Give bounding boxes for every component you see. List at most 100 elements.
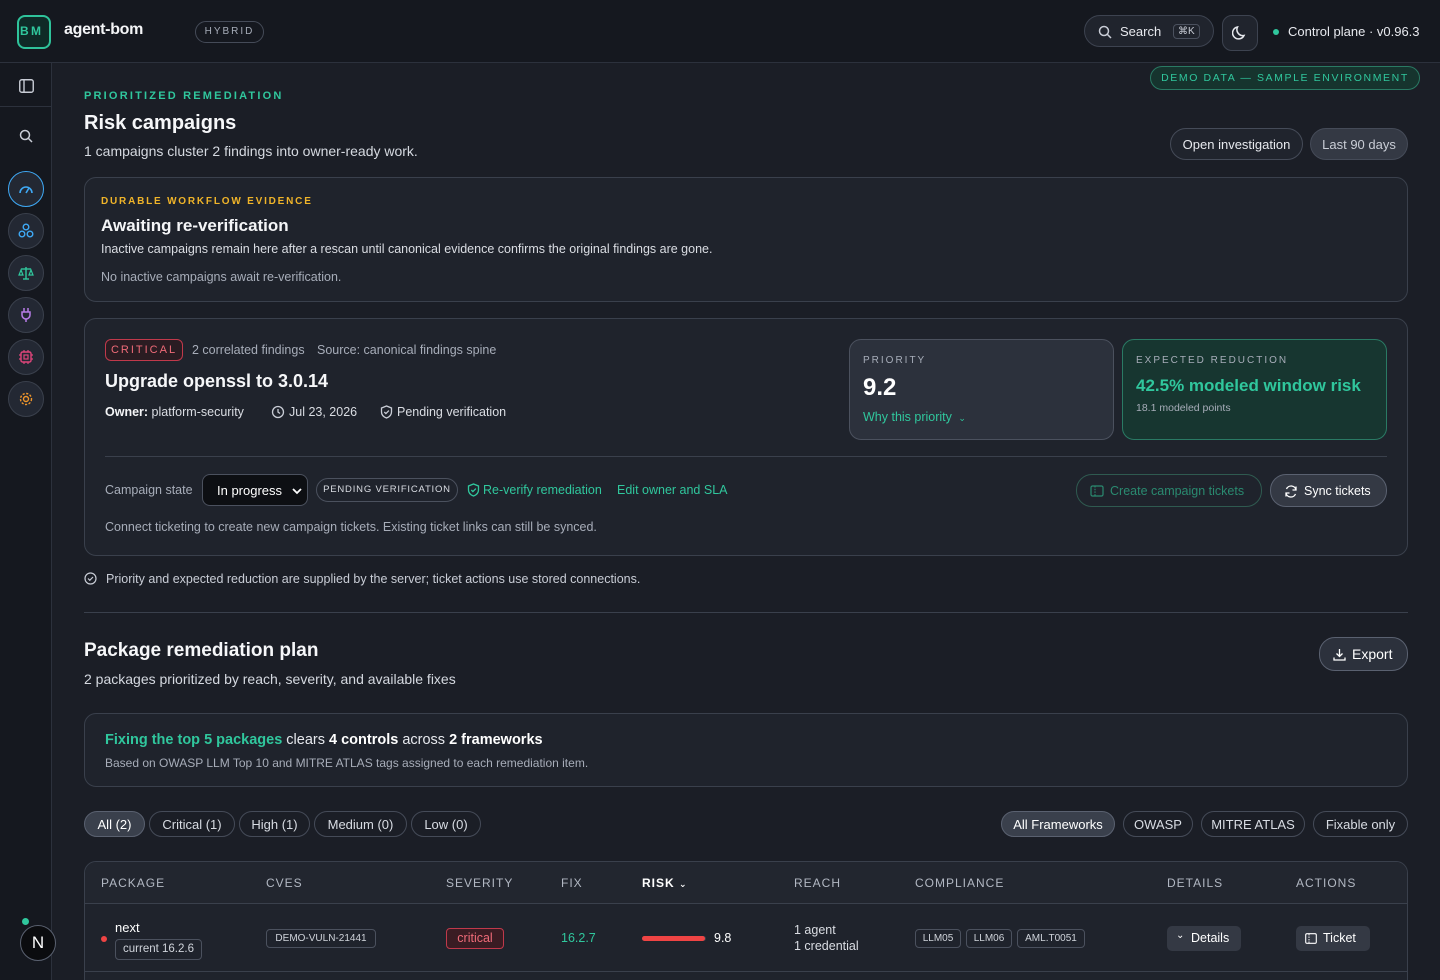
sync-tickets-button[interactable]: Sync tickets [1270, 474, 1387, 507]
cluster-icon [18, 223, 34, 238]
reduction-label: EXPECTED REDUCTION [1136, 355, 1289, 366]
reverify-remediation-link[interactable]: Re-verify remediation [483, 483, 602, 497]
col-severity: SEVERITY [446, 876, 514, 890]
avatar-initial: N [31, 933, 45, 952]
compliance-tag: AML.T0051 [1017, 929, 1085, 948]
sidebar-item-compliance[interactable] [8, 255, 44, 291]
plan-summary-card: Fixing the top 5 packages clears 4 contr… [84, 713, 1408, 787]
sidebar-item-dashboard[interactable] [8, 171, 44, 207]
chevron-down-icon: ⌄ [1176, 930, 1185, 941]
filter-all[interactable]: All (2) [84, 811, 145, 837]
plan-summary-headline: Fixing the top 5 packages clears 4 contr… [105, 732, 543, 748]
sync-tickets-label: Sync tickets [1304, 484, 1371, 498]
refresh-icon [1285, 485, 1297, 498]
filter-medium[interactable]: Medium (0) [314, 811, 407, 837]
priority-value: 9.2 [863, 374, 897, 401]
theme-toggle-button[interactable] [1222, 15, 1258, 51]
gauge-icon [19, 186, 33, 194]
search-button[interactable]: Search ⌘K [1084, 15, 1214, 47]
evidence-description: Inactive campaigns remain here after a r… [101, 242, 713, 256]
cve-tag[interactable]: DEMO-VULN-21441 [266, 929, 376, 948]
section-eyebrow: PRIORITIZED REMEDIATION [84, 90, 284, 102]
app-name[interactable]: agent-bom [64, 21, 143, 39]
ticket-button[interactable]: Ticket [1296, 926, 1370, 951]
col-risk-sort[interactable]: RISK ⌄ [642, 876, 688, 890]
app-logo[interactable]: B M [17, 15, 51, 49]
sidebar-item-graph[interactable] [8, 213, 44, 249]
chevron-down-icon: ⌄ [679, 879, 688, 889]
gear-icon [19, 392, 33, 406]
campaign-card: CRITICAL 2 correlated findings Source: c… [84, 318, 1408, 556]
campaign-state-value: In progress [217, 483, 283, 498]
summary-mid-1: clears [282, 732, 330, 748]
sidebar: N [0, 63, 56, 980]
export-button[interactable]: Export [1319, 637, 1408, 671]
owner-field: Owner: platform-security [105, 405, 244, 419]
open-investigation-button[interactable]: Open investigation [1170, 128, 1303, 160]
owner-value: platform-security [151, 405, 244, 419]
filter-all-frameworks[interactable]: All Frameworks [1001, 811, 1115, 837]
create-campaign-tickets-button[interactable]: Create campaign tickets [1076, 474, 1262, 507]
severity-dot [101, 936, 107, 942]
filter-fixable-only[interactable]: Fixable only [1313, 811, 1408, 837]
top-bar: B M agent-bom HYBRID Search ⌘K Control p… [0, 0, 1440, 63]
check-circle-icon [84, 572, 97, 585]
status-dot [1273, 29, 1279, 35]
search-icon [1098, 25, 1112, 39]
reach-agents: 1 agent [794, 923, 836, 937]
why-priority-link[interactable]: Why this priority ⌄ [863, 410, 966, 424]
workflow-evidence-card: DURABLE WORKFLOW EVIDENCE Awaiting re-ve… [84, 177, 1408, 302]
due-date: Jul 23, 2026 [289, 405, 358, 419]
reduction-points: 18.1 modeled points [1136, 402, 1231, 414]
reach-credentials: 1 credential [794, 939, 859, 953]
risk-bar-track [642, 936, 706, 941]
date-range-button[interactable]: Last 90 days [1310, 128, 1408, 160]
sidebar-item-integrations[interactable] [8, 297, 44, 333]
remediation-table: PACKAGE CVES SEVERITY FIX RISK ⌄ REACH C… [84, 861, 1408, 980]
control-plane-status: Control plane · v0.96.3 [1288, 24, 1420, 39]
sidebar-item-settings[interactable] [8, 381, 44, 417]
filter-critical[interactable]: Critical (1) [149, 811, 235, 837]
export-label: Export [1352, 646, 1393, 662]
filter-low[interactable]: Low (0) [411, 811, 481, 837]
edit-owner-sla-link[interactable]: Edit owner and SLA [617, 483, 728, 497]
chevron-down-icon: ⌄ [958, 413, 966, 423]
scale-icon [18, 267, 34, 280]
evidence-title: Awaiting re-verification [101, 216, 289, 235]
sidebar-toggle-icon[interactable] [19, 79, 34, 93]
search-icon[interactable] [19, 129, 33, 143]
plug-icon [21, 308, 31, 322]
severity-badge: CRITICAL [105, 339, 183, 361]
col-risk: RISK [642, 876, 675, 890]
search-label: Search [1120, 24, 1162, 39]
pending-verification-badge: PENDING VERIFICATION [316, 478, 458, 502]
col-actions: ACTIONS [1296, 876, 1357, 890]
filter-mitre-atlas[interactable]: MITRE ATLAS [1201, 811, 1305, 837]
reduction-value: 42.5% modeled window risk [1136, 376, 1361, 395]
chevron-down-icon [292, 488, 302, 495]
risk-score: 9.8 [714, 931, 732, 945]
moon-icon [1232, 25, 1246, 40]
filter-high[interactable]: High (1) [239, 811, 310, 837]
page-subtitle: 1 campaigns cluster 2 findings into owne… [84, 143, 418, 159]
findings-count: 2 correlated findings [192, 343, 305, 357]
divider [105, 456, 1387, 457]
filter-owasp[interactable]: OWASP [1123, 811, 1193, 837]
col-compliance: COMPLIANCE [915, 876, 1005, 890]
create-tickets-label: Create campaign tickets [1110, 484, 1245, 498]
summary-highlight: Fixing the top 5 packages [105, 732, 283, 748]
campaign-title: Upgrade openssl to 3.0.14 [105, 371, 329, 391]
sidebar-item-runtime[interactable] [8, 339, 44, 375]
search-shortcut: ⌘K [1173, 24, 1200, 39]
fix-version: 16.2.7 [561, 931, 596, 945]
summary-mid-2: across [398, 732, 450, 748]
details-button[interactable]: ⌄ Details [1167, 926, 1241, 951]
priority-panel: PRIORITY 9.2 Why this priority ⌄ [849, 339, 1114, 440]
verification-status: Pending verification [397, 405, 507, 419]
summary-frameworks: 2 frameworks [449, 732, 543, 748]
table-header-row: PACKAGE CVES SEVERITY FIX RISK ⌄ REACH C… [85, 862, 1407, 904]
presence-dot [22, 918, 29, 925]
user-avatar[interactable]: N [20, 925, 56, 961]
shield-check-icon [467, 483, 480, 497]
campaign-state-select[interactable]: In progress [202, 474, 308, 506]
